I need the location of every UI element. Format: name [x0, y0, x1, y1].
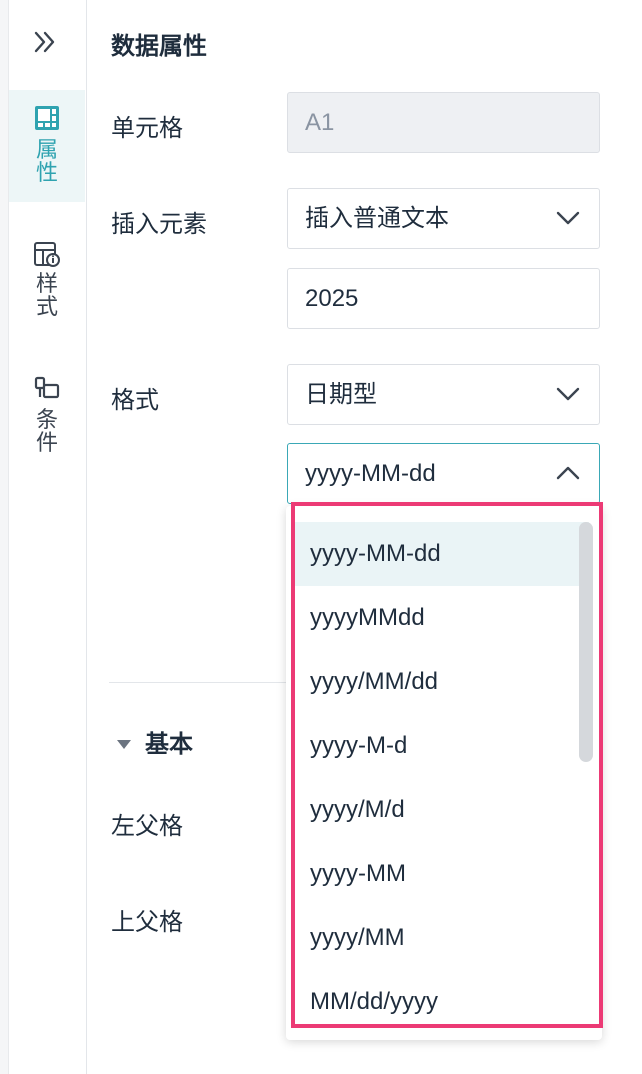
insert-element-label: 插入元素 — [111, 211, 207, 238]
dropdown-option[interactable]: yyyy-MM-dd — [295, 522, 589, 586]
date-format-options: yyyy-MM-dd yyyyMMdd yyyy/MM/dd yyyy-M-d … — [295, 522, 589, 1034]
insert-element-value: 插入普通文本 — [305, 205, 449, 232]
format-type-value: 日期型 — [305, 381, 377, 408]
dropdown-option[interactable]: yyyy/MM/dd — [295, 650, 589, 714]
dropdown-option[interactable]: MM/dd/yyyy — [295, 970, 589, 1034]
style-icon — [34, 242, 60, 267]
section-divider — [109, 682, 309, 683]
caret-down-icon — [117, 740, 131, 749]
dropdown-option[interactable]: yyyy-MM — [295, 842, 589, 906]
cell-label: 单元格 — [111, 115, 183, 142]
section-basic-label: 基本 — [145, 731, 193, 758]
sidebar-item-style-label: 样 式 — [35, 271, 58, 319]
format-type-select[interactable]: 日期型 — [287, 364, 600, 425]
properties-icon — [35, 106, 59, 130]
sidebar-item-style[interactable]: 样 式 — [9, 232, 85, 332]
insert-element-select[interactable]: 插入普通文本 — [287, 188, 600, 249]
chevron-up-icon — [556, 466, 580, 480]
chevron-down-icon — [556, 211, 580, 225]
dropdown-option[interactable]: yyyy/MM — [295, 906, 589, 970]
cell-value: A1 — [305, 109, 335, 136]
text-input-value: 2025 — [305, 285, 359, 312]
text-input[interactable]: 2025 — [287, 268, 600, 329]
date-format-select[interactable]: yyyy-MM-dd — [287, 443, 600, 504]
section-basic-toggle[interactable]: 基本 — [117, 724, 193, 759]
double-chevron-right-icon — [34, 31, 55, 53]
expand-panel-button[interactable] — [24, 22, 64, 62]
panel-title: 数据属性 — [111, 33, 207, 60]
dropdown-option[interactable]: yyyy-M-d — [295, 714, 589, 778]
dropdown-option[interactable]: yyyyMMdd — [295, 586, 589, 650]
date-format-dropdown: yyyy-MM-dd yyyyMMdd yyyy/MM/dd yyyy-M-d … — [286, 506, 602, 1040]
dropdown-option[interactable]: yyyy/M/d — [295, 778, 589, 842]
date-format-value: yyyy-MM-dd — [305, 460, 436, 487]
sidebar-item-condition[interactable]: 条 件 — [9, 368, 85, 468]
cell-field: A1 — [287, 92, 600, 153]
top-parent-label: 上父格 — [111, 909, 183, 936]
chevron-down-icon — [556, 387, 580, 401]
condition-icon — [34, 376, 60, 399]
left-parent-label: 左父格 — [111, 813, 183, 840]
sidebar-item-condition-label: 条 件 — [35, 407, 58, 455]
format-label: 格式 — [111, 387, 159, 414]
sidebar: 属 性 样 式 条 件 — [0, 0, 87, 1074]
dropdown-scrollbar[interactable] — [579, 522, 593, 762]
sidebar-item-properties-label: 属 性 — [35, 137, 58, 185]
sidebar-item-properties[interactable]: 属 性 — [9, 90, 85, 202]
